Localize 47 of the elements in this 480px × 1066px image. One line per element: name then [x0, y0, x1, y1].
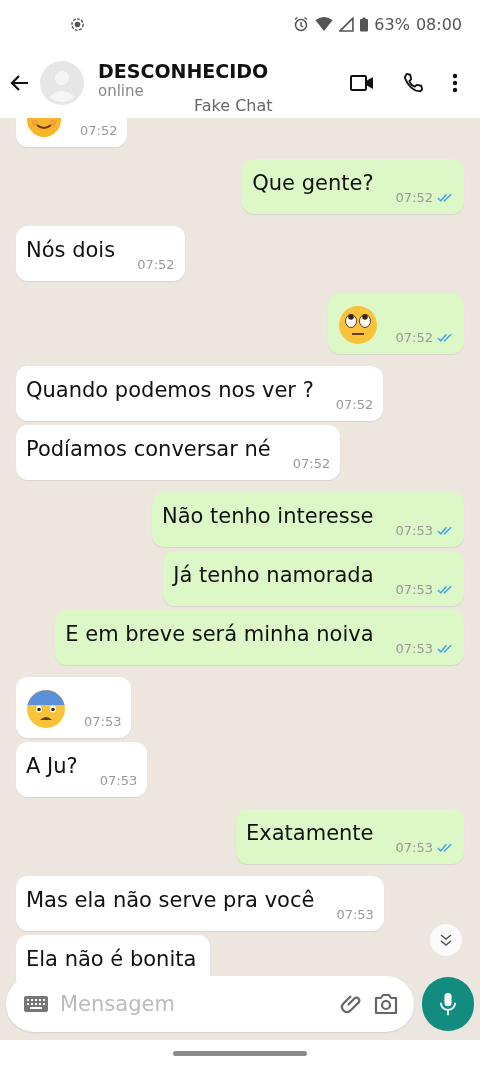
message-time: 07:52	[292, 456, 331, 471]
message-time: 07:52	[335, 397, 374, 412]
message-time: 07:53	[84, 714, 122, 729]
wifi-icon	[315, 16, 334, 32]
battery-icon	[360, 16, 369, 32]
message-text: Já tenho namorada	[173, 563, 375, 587]
message-time: 07:53	[395, 840, 433, 855]
message-text: A Ju?	[26, 754, 79, 778]
more-options-icon[interactable]	[452, 73, 458, 93]
message-time: 07:52	[80, 123, 118, 138]
contact-status: online	[98, 82, 145, 100]
message-text: Exatamente	[246, 821, 375, 845]
home-indicator[interactable]	[173, 1050, 307, 1056]
anxious-face-icon	[26, 689, 66, 729]
screen-record-icon	[70, 16, 85, 32]
keyboard-icon[interactable]	[24, 996, 48, 1012]
message-time: 07:53	[336, 907, 374, 922]
signal-icon	[339, 16, 355, 32]
camera-icon[interactable]	[374, 993, 398, 1015]
message-time: 07:53	[395, 641, 433, 656]
message-input[interactable]: Mensagem	[58, 991, 330, 1017]
phone-icon[interactable]	[402, 72, 424, 94]
message-text: Que gente?	[252, 171, 375, 195]
video-call-icon[interactable]	[350, 75, 374, 91]
clock: 08:00	[415, 14, 462, 34]
message-text: E em breve será minha noiva	[65, 622, 375, 646]
message-text: Não tenho interesse	[161, 504, 375, 528]
message-time: 07:53	[395, 582, 433, 597]
scroll-down-button[interactable]	[430, 924, 462, 956]
message-time: 07:52	[137, 257, 175, 272]
message-text: Quando podemos nos ver ?	[26, 378, 315, 402]
message-text: Podíamos conversar né	[26, 437, 272, 461]
message-time: 07:52	[395, 190, 433, 205]
message-time: 07:53	[99, 773, 138, 788]
message-time: 07:53	[395, 523, 433, 538]
eye-roll-face-icon	[337, 305, 378, 345]
battery-level: 63%	[374, 14, 410, 34]
message-time: 07:52	[395, 330, 433, 345]
message-field[interactable]: Mensagem	[6, 976, 414, 1032]
message-text: Mas ela não serve pra você	[26, 888, 316, 912]
back-icon[interactable]	[10, 73, 30, 93]
contact-name: DESCONHECIDO	[98, 60, 270, 82]
message-text: Nós dois	[26, 238, 117, 262]
microphone-icon	[439, 991, 457, 1017]
alarm-icon	[293, 16, 310, 32]
message-text: Ela não é bonita	[26, 947, 198, 971]
app-label: Fake Chat	[194, 96, 273, 115]
